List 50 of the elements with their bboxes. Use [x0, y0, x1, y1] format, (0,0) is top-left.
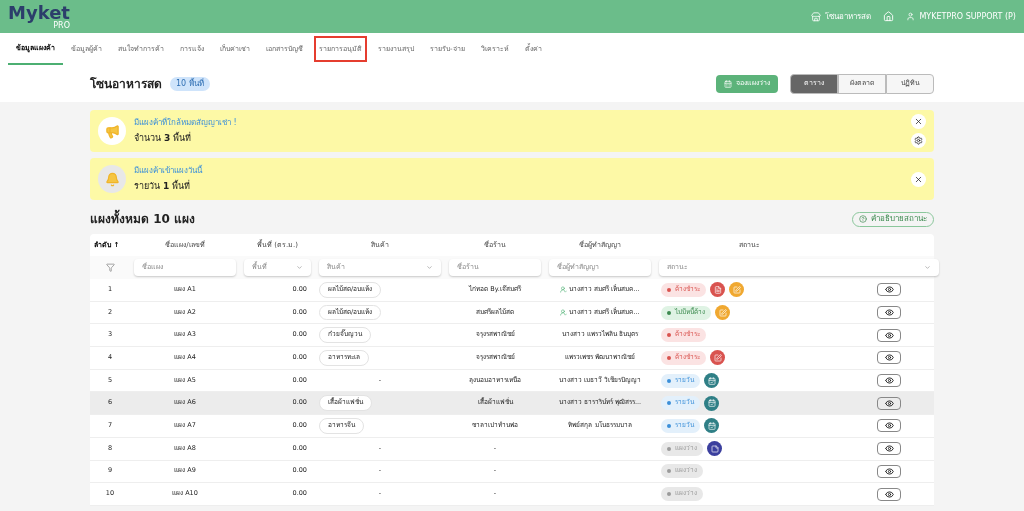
close-button[interactable]	[911, 114, 926, 129]
calendar-icon[interactable]	[704, 418, 719, 434]
eye-icon	[884, 376, 894, 386]
view-button[interactable]	[877, 442, 901, 456]
document-icon[interactable]	[710, 282, 725, 298]
logo-sub: PRO	[53, 21, 70, 30]
view-button[interactable]	[877, 487, 901, 501]
store-icon	[811, 11, 822, 22]
calendar-icon	[724, 79, 732, 88]
eye-icon	[884, 330, 894, 340]
close-icon	[914, 117, 923, 126]
view-button[interactable]	[877, 464, 901, 478]
eye-icon	[884, 444, 894, 454]
view-button[interactable]	[877, 419, 901, 433]
page-title: โซนอาหารสด	[90, 75, 162, 93]
eye-icon	[884, 489, 894, 499]
settings-icon	[914, 136, 923, 145]
view-button[interactable]	[877, 283, 901, 297]
settings-button[interactable]	[911, 133, 926, 148]
section-title: แผงทั้งหมด 10 แผง	[90, 210, 196, 228]
megaphone-icon	[104, 123, 120, 139]
help-icon	[859, 215, 867, 223]
calendar-icon[interactable]	[704, 395, 719, 411]
eye-icon	[884, 421, 894, 431]
alert-title: มีแผงค้าที่ใกล้หมดสัญญาเช่า !	[134, 116, 237, 129]
eye-icon	[884, 398, 894, 408]
alert-text: รายวัน 1 พื้นที่	[134, 179, 191, 193]
view-button[interactable]	[877, 306, 901, 320]
logo: Myket	[8, 3, 70, 22]
eye-icon	[884, 466, 894, 476]
dropdown-icon	[924, 264, 931, 271]
eye-icon	[884, 353, 894, 363]
eye-icon	[884, 285, 894, 295]
dropdown-icon	[426, 264, 433, 271]
view-button[interactable]	[877, 351, 901, 365]
close-button[interactable]	[911, 171, 926, 187]
view-button[interactable]	[877, 328, 901, 342]
view-button[interactable]	[877, 374, 901, 388]
dropdown-icon	[296, 264, 303, 271]
close-icon	[914, 174, 923, 184]
area-count: 10 พื้นที่	[170, 76, 210, 91]
note-icon[interactable]	[707, 441, 722, 457]
calendar-icon[interactable]	[704, 373, 719, 389]
user-icon	[906, 12, 916, 21]
view-button[interactable]	[877, 396, 901, 410]
bell-icon	[104, 171, 120, 187]
alert-text: จำนวน 3 พื้นที่	[134, 131, 192, 145]
alert-title: มีแผงค้าเข้าแผงวันนี้	[134, 164, 202, 177]
eye-icon	[884, 308, 894, 318]
edit-icon[interactable]	[710, 350, 725, 366]
